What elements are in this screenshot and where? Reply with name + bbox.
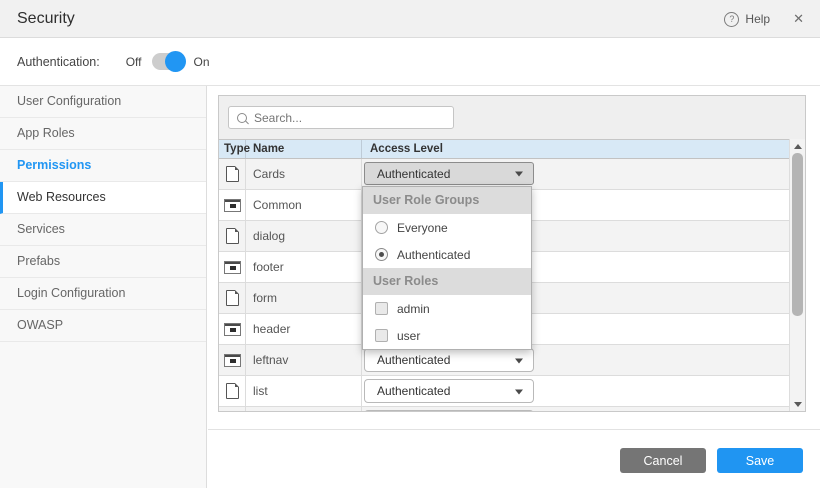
- checkbox-icon[interactable]: [375, 329, 388, 342]
- table-header: Type Name Access Level: [219, 139, 789, 159]
- title-bar: Security ? Help ✕: [0, 0, 820, 38]
- table-row: list Authenticated: [219, 376, 789, 407]
- page-title: Security: [17, 0, 75, 38]
- resource-name: header: [246, 314, 362, 344]
- sidebar-item-login-configuration[interactable]: Login Configuration: [0, 278, 206, 310]
- chevron-down-icon: [515, 389, 523, 398]
- close-icon[interactable]: ✕: [793, 11, 804, 27]
- search-input[interactable]: Search...: [228, 106, 454, 129]
- resource-name: Cards: [246, 159, 362, 189]
- access-level-select[interactable]: Authenticated: [364, 379, 534, 403]
- toggle-knob: [165, 51, 186, 72]
- scrollbar-thumb[interactable]: [792, 153, 803, 316]
- sidebar-item-app-roles[interactable]: App Roles: [0, 118, 206, 150]
- resource-type-icon: [226, 166, 239, 182]
- chevron-down-icon: [515, 358, 523, 367]
- titlebar-actions: ? Help ✕: [724, 0, 804, 38]
- search-placeholder: Search...: [254, 111, 302, 125]
- access-level-value: Authenticated: [377, 353, 450, 367]
- content-area: Search... Type Name Access Level Cards A…: [208, 86, 820, 488]
- save-button[interactable]: Save: [717, 448, 803, 473]
- column-header-name: Name: [246, 140, 362, 158]
- dropdown-option-authenticated[interactable]: Authenticated: [363, 241, 531, 268]
- cancel-button[interactable]: Cancel: [620, 448, 706, 473]
- access-level-select[interactable]: Authenticated: [364, 348, 534, 372]
- access-level-value: Authenticated: [377, 384, 450, 398]
- option-label: user: [397, 329, 420, 343]
- resource-type-icon: [226, 290, 239, 306]
- search-band: Search...: [219, 96, 805, 139]
- sidebar-item-web-resources[interactable]: Web Resources: [0, 182, 206, 214]
- dropdown-option-everyone[interactable]: Everyone: [363, 214, 531, 241]
- chevron-down-icon: [515, 172, 523, 181]
- authentication-label: Authentication:: [17, 55, 100, 69]
- resource-name: form: [246, 283, 362, 313]
- sidebar-item-user-configuration[interactable]: User Configuration: [0, 86, 206, 118]
- resource-name: footer: [246, 252, 362, 282]
- option-label: Everyone: [397, 221, 448, 235]
- help-button[interactable]: ? Help: [724, 12, 770, 27]
- resource-name: [246, 407, 362, 412]
- security-dialog: Security ? Help ✕ Authentication: Off On…: [0, 0, 820, 488]
- option-label: Authenticated: [397, 248, 470, 262]
- access-level-dropdown-panel: User Role Groups Everyone Authenticated …: [362, 186, 532, 350]
- toggle-off-label: Off: [126, 55, 142, 69]
- resource-name: dialog: [246, 221, 362, 251]
- sidebar-item-prefabs[interactable]: Prefabs: [0, 246, 206, 278]
- resource-type-icon: [224, 323, 241, 336]
- help-icon: ?: [724, 12, 739, 27]
- option-label: admin: [397, 302, 430, 316]
- column-header-type: Type: [219, 140, 246, 158]
- sidebar-item-services[interactable]: Services: [0, 214, 206, 246]
- access-level-select[interactable]: Authenticated: [364, 162, 534, 185]
- resource-type-icon: [224, 261, 241, 274]
- sidebar-item-owasp[interactable]: OWASP: [0, 310, 206, 342]
- resource-type-icon: [224, 354, 241, 367]
- dropdown-section-user-roles: User Roles: [363, 268, 531, 295]
- sidebar: User Configuration App Roles Permissions…: [0, 86, 207, 488]
- resource-name: Common: [246, 190, 362, 220]
- triangle-up-icon: [794, 140, 802, 149]
- checkbox-icon[interactable]: [375, 302, 388, 315]
- search-icon: [237, 113, 247, 123]
- footer-divider: [208, 429, 820, 430]
- triangle-down-icon: [794, 402, 802, 411]
- help-label: Help: [745, 12, 770, 26]
- access-level-value: Authenticated: [377, 167, 450, 181]
- dropdown-option-admin[interactable]: admin: [363, 295, 531, 322]
- radio-icon[interactable]: [375, 221, 388, 234]
- radio-selected-icon[interactable]: [375, 248, 388, 261]
- vertical-scrollbar[interactable]: [789, 139, 805, 411]
- resource-name: list: [246, 376, 362, 406]
- toggle-on-label: On: [194, 55, 210, 69]
- resource-type-icon: [226, 383, 239, 399]
- dropdown-section-user-role-groups: User Role Groups: [363, 187, 531, 214]
- scroll-down-button[interactable]: [790, 397, 805, 411]
- sidebar-item-permissions[interactable]: Permissions: [0, 150, 206, 182]
- authentication-toggle[interactable]: [152, 53, 184, 70]
- table-row: [219, 407, 789, 412]
- resource-type-icon: [224, 199, 241, 212]
- column-header-access-level: Access Level: [362, 140, 789, 158]
- dropdown-option-user[interactable]: user: [363, 322, 531, 349]
- resource-name: leftnav: [246, 345, 362, 375]
- access-level-select[interactable]: [364, 410, 534, 412]
- scroll-up-button[interactable]: [790, 139, 805, 153]
- resource-type-icon: [226, 228, 239, 244]
- authentication-bar: Authentication: Off On: [0, 38, 820, 86]
